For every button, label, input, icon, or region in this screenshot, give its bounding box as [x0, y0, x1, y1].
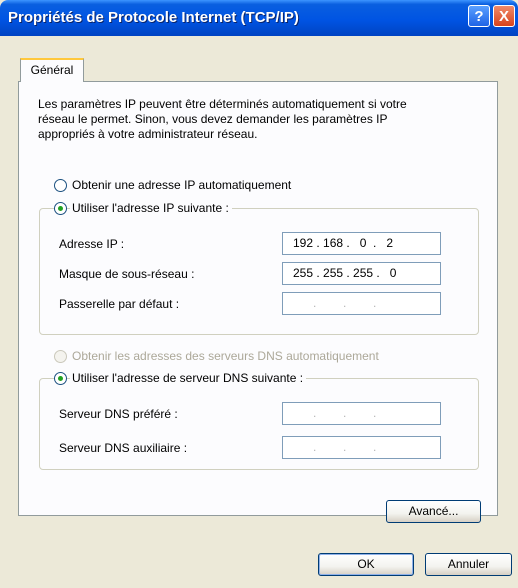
- help-icon: ?: [474, 8, 484, 25]
- ip-address-label: Adresse IP :: [59, 237, 125, 251]
- preferred-dns-label: Serveur DNS préféré :: [59, 407, 178, 421]
- dns-manual-radio[interactable]: [54, 372, 67, 385]
- close-button[interactable]: X: [493, 5, 515, 27]
- description-line: appropriés à votre administrateur réseau…: [38, 127, 258, 141]
- dns-auto-radio[interactable]: [54, 350, 67, 363]
- alternate-dns-input[interactable]: . . .: [282, 436, 441, 459]
- tab-general[interactable]: Général: [20, 58, 84, 82]
- title-bar[interactable]: Propriétés de Protocole Internet (TCP/IP…: [0, 0, 518, 36]
- dns-auto-label[interactable]: Obtenir les adresses des serveurs DNS au…: [72, 349, 379, 363]
- default-gateway-input[interactable]: . . .: [282, 292, 441, 315]
- ip-auto-label[interactable]: Obtenir une adresse IP automatiquement: [72, 178, 291, 192]
- alternate-dns-label: Serveur DNS auxiliaire :: [59, 441, 188, 455]
- window-title: Propriétés de Protocole Internet (TCP/IP…: [8, 9, 299, 26]
- description-line: Les paramètres IP peuvent être déterminé…: [38, 97, 407, 111]
- advanced-button[interactable]: Avancé...: [386, 500, 481, 523]
- close-icon: X: [498, 8, 509, 25]
- help-button[interactable]: ?: [468, 5, 490, 27]
- ip-manual-radio[interactable]: [54, 202, 67, 215]
- description-line: réseau le permet. Sinon, vous devez dema…: [38, 112, 388, 126]
- dns-manual-label[interactable]: Utiliser l'adresse de serveur DNS suivan…: [70, 371, 307, 385]
- cancel-button[interactable]: Annuler: [425, 553, 512, 576]
- dialog-body: Général Les paramètres IP peuvent être d…: [0, 36, 518, 588]
- ip-manual-label[interactable]: Utiliser l'adresse IP suivante :: [70, 201, 232, 215]
- ip-address-input[interactable]: 192 . 168 . 0 . 2: [282, 232, 441, 255]
- description-text: Les paramètres IP peuvent être déterminé…: [38, 97, 468, 142]
- ok-button[interactable]: OK: [318, 553, 414, 576]
- preferred-dns-input[interactable]: . . .: [282, 402, 441, 425]
- default-gateway-label: Passerelle par défaut :: [59, 297, 180, 311]
- ip-auto-radio[interactable]: [54, 179, 67, 192]
- subnet-mask-label: Masque de sous-réseau :: [59, 267, 195, 281]
- general-panel: Les paramètres IP peuvent être déterminé…: [18, 81, 498, 523]
- subnet-mask-input[interactable]: 255 . 255 . 255 . 0: [282, 262, 441, 285]
